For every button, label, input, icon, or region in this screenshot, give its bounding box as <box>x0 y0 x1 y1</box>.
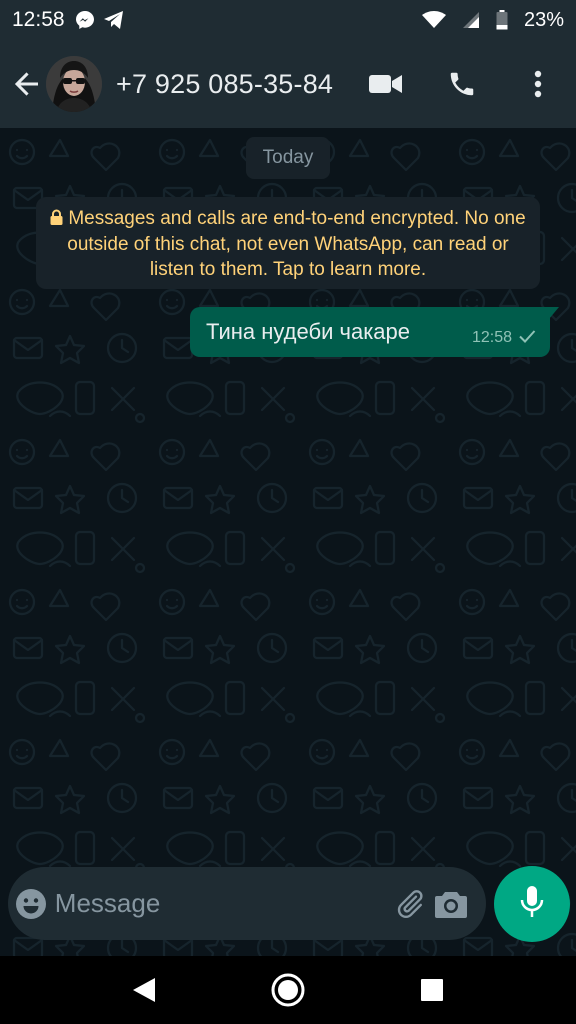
encryption-notice-text: Messages and calls are end-to-end encryp… <box>67 208 526 280</box>
battery-icon <box>496 10 508 30</box>
messenger-icon <box>75 10 95 30</box>
battery-percent: 23% <box>523 8 564 31</box>
back-arrow-icon[interactable] <box>2 54 52 114</box>
signal-icon <box>462 11 480 29</box>
chat-header: +7 925 085-35-84 <box>0 40 576 128</box>
status-time: 12:58 <box>12 8 65 31</box>
voice-call-icon[interactable] <box>424 54 500 114</box>
nav-recents-icon[interactable] <box>360 956 504 1024</box>
more-vertical-icon[interactable] <box>500 54 576 114</box>
camera-icon[interactable] <box>431 867 472 940</box>
nav-home-icon[interactable] <box>216 956 360 1024</box>
message-composer <box>8 867 486 940</box>
message-time: 12:58 <box>471 329 512 346</box>
paperclip-icon[interactable] <box>390 867 431 940</box>
message-bubble-outgoing[interactable]: Тина нудеби чакаре 12:58 <box>190 307 559 357</box>
message-meta: 12:58 <box>472 329 536 348</box>
lock-icon <box>50 207 63 232</box>
contact-name[interactable]: +7 925 085-35-84 <box>116 69 333 100</box>
video-call-icon[interactable] <box>348 54 424 114</box>
system-nav-bar <box>0 956 576 1024</box>
message-input[interactable] <box>54 888 390 919</box>
mic-button[interactable] <box>494 866 570 942</box>
avatar[interactable] <box>46 56 102 112</box>
encryption-notice[interactable]: Messages and calls are end-to-end encryp… <box>36 197 540 289</box>
wifi-icon <box>421 11 446 29</box>
nav-back-icon[interactable] <box>72 956 216 1024</box>
bubble-tail <box>549 307 559 319</box>
single-check-icon <box>518 329 536 348</box>
status-bar: 12:58 23% <box>0 0 576 40</box>
telegram-icon <box>103 10 125 30</box>
mic-icon <box>519 885 545 924</box>
emoji-icon[interactable] <box>8 867 55 940</box>
message-text: Тина нудеби чакаре <box>206 319 411 344</box>
date-chip: Today <box>246 137 330 179</box>
